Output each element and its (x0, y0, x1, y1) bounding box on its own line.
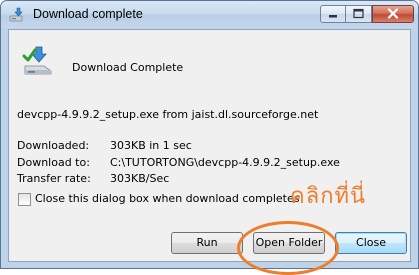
minimize-icon (329, 15, 337, 18)
download-complete-window: Download complete Download Complete devc… (0, 0, 419, 275)
highlight-circle (237, 221, 339, 275)
close-button[interactable]: Close (335, 232, 407, 254)
window-title: Download complete (33, 7, 143, 21)
transfer-rate-label: Transfer rate: (17, 172, 91, 185)
download-window-icon (9, 7, 25, 23)
close-icon (387, 8, 399, 19)
download-to-label: Download to: (17, 156, 90, 169)
close-when-complete-checkbox[interactable] (18, 193, 31, 206)
transfer-rate-value: 303KB/Sec (110, 172, 170, 185)
dialog-header: Download Complete (72, 61, 184, 74)
title-bar[interactable]: Download complete (1, 1, 418, 28)
click-here-annotation: คลิกที่นี่ (290, 184, 367, 209)
run-button[interactable]: Run (171, 232, 243, 254)
downloaded-value: 303KB in 1 sec (110, 139, 192, 152)
maximize-button[interactable] (346, 5, 372, 23)
dialog-body: Download Complete devcpp-4.9.9.2_setup.e… (8, 29, 411, 275)
download-source: devcpp-4.9.9.2_setup.exe from jaist.dl.s… (17, 108, 319, 121)
close-when-complete-label[interactable]: Close this dialog box when download comp… (35, 192, 299, 205)
downloaded-label: Downloaded: (17, 139, 90, 152)
maximize-icon (353, 8, 364, 19)
download-to-value: C:\TUTORTONG\devcpp-4.9.9.2_setup.exe (110, 156, 340, 169)
download-complete-icon (22, 45, 54, 77)
window-close-button[interactable] (372, 5, 414, 23)
minimize-button[interactable] (320, 5, 346, 23)
